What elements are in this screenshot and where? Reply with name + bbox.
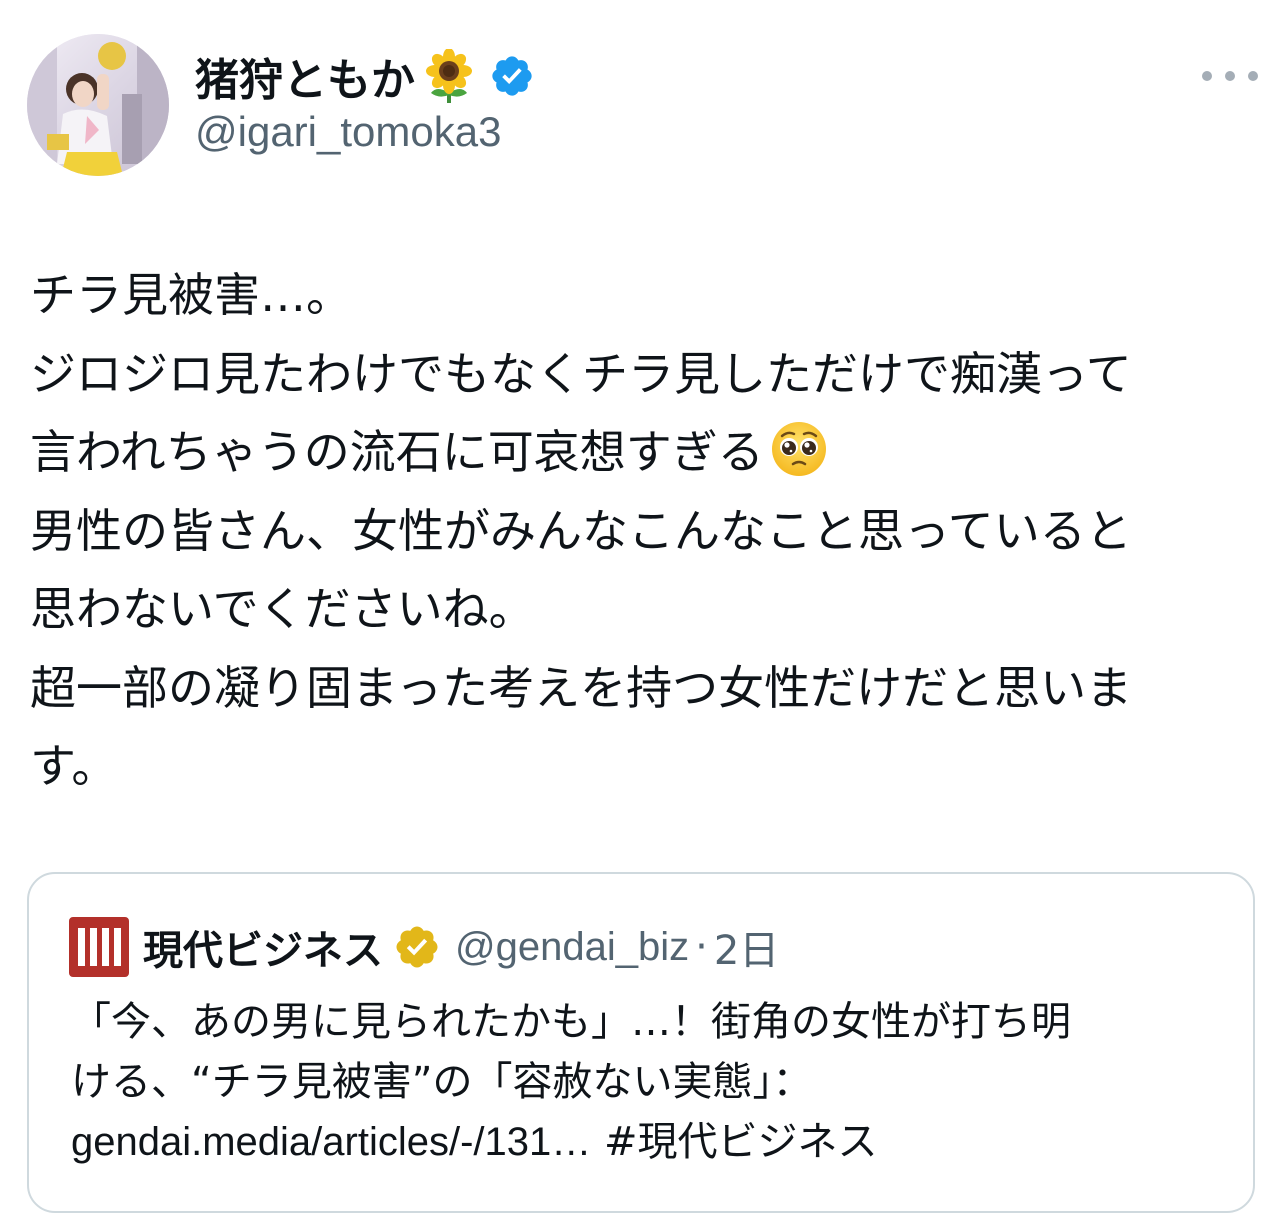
quote-separator: · [695,924,708,970]
pleading-face-icon [770,420,828,478]
quote-tweet-card[interactable]: 現代ビジネス @gendai_biz · 2日 「今、あの男に見られたかも」…！… [27,872,1255,1213]
more-dot [1202,71,1212,81]
quote-header: 現代ビジネス @gendai_biz · 2日 [69,916,779,978]
logo-bar [77,928,85,966]
tweet-line: ジロジロ見たわけでもなくチラ見しただけで痴漢って [30,346,1132,401]
author-handle[interactable]: @igari_tomoka3 [195,108,501,156]
more-dot [1225,71,1235,81]
gendai-logo-icon[interactable] [69,917,129,977]
author-name-row[interactable]: 猪狩ともか [195,44,535,108]
quote-author-handle[interactable]: @gendai_biz [455,925,689,970]
author-display-name[interactable]: 猪狩ともか [195,44,415,108]
tweet-line: 男性の皆さん、女性がみんなこんなこと思っていると [30,503,1132,558]
more-horizontal-icon[interactable] [1202,58,1258,94]
sunflower-icon [423,48,475,103]
tweet: 猪狩ともか @igari_tomoka3 チラ見被害…。 ジロジロ見たわけでもな… [0,0,1284,1227]
tweet-line: 言われちゃうの流石に可哀想すぎる [30,425,764,479]
verified-gold-icon[interactable] [393,923,441,971]
tweet-line: 超一部の凝り固まった考えを持つ女性だけだと思いま [30,660,1133,715]
tweet-line-with-emoji: 言われちゃうの流石に可哀想すぎる [30,413,1250,492]
quote-url-link[interactable]: gendai.media/articles/-/131… [71,1120,591,1164]
avatar-image [27,34,169,176]
quote-hashtag[interactable]: #現代ビジネス [604,1119,878,1165]
tweet-line: す。 [30,739,118,793]
quote-line: ける、“チラ見被害”の「容赦ない実態」： [71,1059,813,1105]
quote-author-name[interactable]: 現代ビジネス [143,918,383,976]
logo-bar [113,928,121,966]
tweet-line: 思わないでくださいね。 [30,582,535,636]
more-dot [1248,71,1258,81]
logo-bar [101,928,109,966]
avatar[interactable] [27,34,169,176]
logo-bar [89,928,97,966]
quote-line: 「今、あの男に見られたかも」…！街角の女性が打ち明 [71,999,1071,1045]
quote-timestamp[interactable]: 2日 [714,918,779,976]
quote-link-line: gendai.media/articles/-/131… #現代ビジネス [71,1112,1231,1172]
verified-blue-icon[interactable] [489,53,535,99]
tweet-line: チラ見被害…。 [30,268,352,322]
tweet-text: チラ見被害…。 ジロジロ見たわけでもなくチラ見しただけで痴漢って 言われちゃうの… [30,256,1250,806]
quote-text: 「今、あの男に見られたかも」…！街角の女性が打ち明 ける、“チラ見被害”の「容赦… [71,992,1231,1172]
